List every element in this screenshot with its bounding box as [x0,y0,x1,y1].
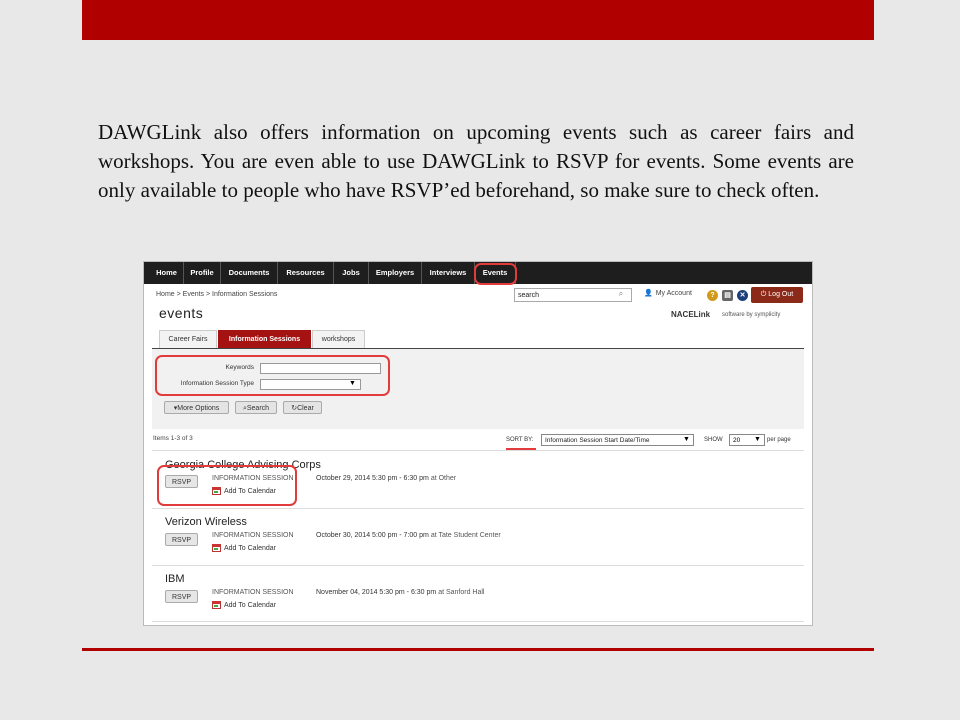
my-account-label: My Account [655,290,692,297]
add-to-calendar-link[interactable]: Add To Calendar [212,601,276,609]
nav-interviews[interactable]: Interviews [422,262,475,284]
items-count: Items 1-3 of 3 [153,435,193,442]
event-divider [152,621,804,622]
bottom-accent-rule [82,648,874,651]
logout-button[interactable]: ⏻ Log Out [751,287,803,303]
nav-resources[interactable]: Resources [278,262,334,284]
search-icon[interactable]: ⌕ [612,289,630,301]
event-date-text: October 30, 2014 5:00 pm - 7:00 pm [316,532,429,539]
show-label: SHOW [704,437,723,443]
help-icon[interactable]: ? [707,290,718,301]
add-to-calendar-link[interactable]: Add To Calendar [212,544,276,552]
tab-workshops[interactable]: workshops [312,330,365,348]
intro-text: DAWGLink also offers information on upco… [98,120,854,202]
nav-jobs[interactable]: Jobs [334,262,369,284]
sort-by-label: SORT BY: [506,437,534,443]
event-date-text: October 29, 2014 5:30 pm - 6:30 pm [316,475,429,482]
event-date-text: November 04, 2014 5:30 pm - 6:30 pm [316,589,437,596]
my-account-link[interactable]: 👤 My Account [644,289,692,297]
dawglink-screenshot: Home Profile Documents Resources Jobs Em… [143,261,813,626]
tab-information-sessions[interactable]: Information Sessions [218,330,311,348]
add-to-calendar-label: Add To Calendar [224,601,277,609]
add-to-calendar-label: Add To Calendar [224,544,277,552]
event-type: INFORMATION SESSION [212,532,294,539]
rsvp-highlight [157,465,297,506]
show-chevron-icon: ▼ [754,436,761,443]
nav-home[interactable]: Home [150,262,184,284]
tab-career-fairs[interactable]: Career Fairs [159,330,217,348]
logout-label: Log Out [768,291,794,298]
person-icon: 👤 [644,290,653,297]
event-title[interactable]: IBM [165,573,185,585]
event-divider [152,565,804,566]
rsvp-button[interactable]: RSVP [165,533,198,546]
events-nav-highlight [474,263,517,285]
calendar-icon [212,544,221,552]
search-button[interactable]: ⌕Search [235,401,277,414]
print-icon[interactable]: ▤ [722,290,733,301]
filter-highlight [155,355,390,396]
calendar-icon [212,601,221,609]
clear-button[interactable]: ↻Clear [283,401,322,414]
symplicity-logo: software by symplicity [722,312,781,318]
close-icon[interactable]: ✕ [737,290,748,301]
clear-label: Clear [297,405,314,412]
page-title: events [159,305,204,321]
event-location: at Tate Student Center [430,532,501,539]
nav-documents[interactable]: Documents [221,262,278,284]
nacelink-logo: NACELink [671,310,711,319]
event-date: November 04, 2014 5:30 pm - 6:30 pm at S… [316,589,485,596]
event-location: at Other [430,475,457,482]
event-divider [152,508,804,509]
event-date: October 29, 2014 5:30 pm - 6:30 pm at Ot… [316,475,456,482]
search-label: Search [246,405,270,412]
event-type: INFORMATION SESSION [212,589,294,596]
top-accent-bar [82,0,874,40]
more-options-button[interactable]: ▾More Options [164,401,229,414]
sort-chevron-icon: ▼ [683,436,690,443]
rsvp-button[interactable]: RSVP [165,590,198,603]
sort-by-select[interactable]: Information Session Start Date/Time [541,434,694,446]
breadcrumb: Home > Events > Information Sessions [156,291,278,298]
nav-employers[interactable]: Employers [369,262,422,284]
nav-profile[interactable]: Profile [184,262,221,284]
per-page-label: per page [767,437,791,443]
event-date: October 30, 2014 5:00 pm - 7:00 pm at Ta… [316,532,501,539]
event-title[interactable]: Verizon Wireless [165,516,247,528]
results-divider [152,450,804,451]
event-location: at Sanford Hall [438,589,485,596]
more-options-label: More Options [177,405,220,412]
